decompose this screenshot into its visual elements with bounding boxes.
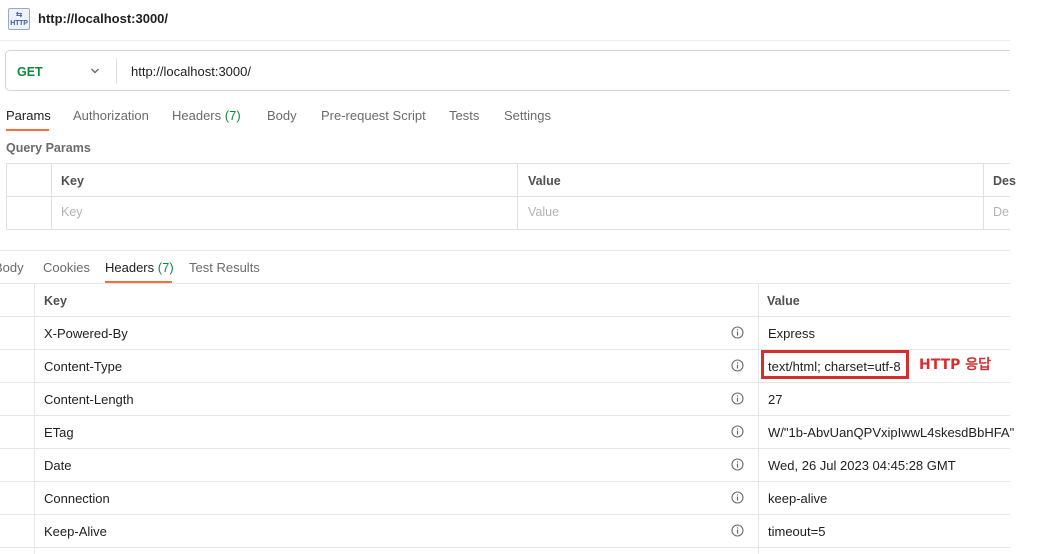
window-title: http://localhost:3000/ <box>38 11 169 26</box>
response-tab-test-results-label: Test Results <box>189 260 260 275</box>
tab-body-label: Body <box>267 108 297 123</box>
http-file-icon-arrows: ⇆ <box>15 10 23 19</box>
header-key: Date <box>44 458 72 473</box>
query-table-col-border-2 <box>517 163 518 230</box>
response-tab-cookies[interactable]: Cookies <box>43 260 90 275</box>
content-type-highlight-box <box>761 350 909 379</box>
table-row <box>0 482 1010 515</box>
url-input[interactable]: http://localhost:3000/ <box>131 64 251 79</box>
tab-body[interactable]: Body <box>267 108 297 123</box>
header-key: X-Powered-By <box>44 326 128 341</box>
header-value: keep-alive <box>768 491 828 506</box>
header-key: Keep-Alive <box>44 524 107 539</box>
tab-settings[interactable]: Settings <box>504 108 551 123</box>
request-bar-separator <box>116 58 117 84</box>
info-circle-icon[interactable] <box>731 524 744 537</box>
query-table-bottom-border <box>6 229 1010 230</box>
query-table-top-border <box>6 163 1010 164</box>
response-tab-body-label: Body <box>0 260 24 275</box>
annotation-http-response: HTTP 응답 <box>919 357 992 373</box>
query-col-value: Value <box>528 174 561 188</box>
table-row <box>0 317 1010 350</box>
info-circle-icon[interactable] <box>731 491 744 504</box>
tab-headers-label: Headers <box>172 108 222 123</box>
tab-pre-request-script[interactable]: Pre-request Script <box>321 108 426 123</box>
response-tab-body[interactable]: Body <box>0 260 24 275</box>
query-table-col-border-1 <box>51 163 52 230</box>
query-params-title: Query Params <box>6 141 91 155</box>
headers-col-value: Value <box>767 294 800 308</box>
header-key: ETag <box>44 425 74 440</box>
tab-authorization[interactable]: Authorization <box>73 108 149 123</box>
headers-col-key: Key <box>44 294 67 308</box>
tab-headers[interactable]: Headers (7) <box>172 108 241 123</box>
response-tab-headers-label: Headers <box>105 260 155 275</box>
title-divider <box>0 40 1010 41</box>
tab-tests[interactable]: Tests <box>449 108 479 123</box>
tab-headers-count: (7) <box>224 108 241 123</box>
active-tab-indicator <box>6 129 49 131</box>
query-table-col-border-3 <box>983 163 984 230</box>
header-value: Wed, 26 Jul 2023 04:45:28 GMT <box>768 458 956 473</box>
query-col-description: Des <box>993 174 1016 188</box>
response-divider <box>0 250 1010 251</box>
tab-tests-label: Tests <box>449 108 480 123</box>
table-row <box>0 515 1010 548</box>
response-tab-headers[interactable]: Headers (7) <box>105 260 174 275</box>
table-row <box>0 383 1010 416</box>
tab-params-label: Params <box>6 108 51 123</box>
tab-params[interactable]: Params <box>6 108 51 123</box>
header-value: timeout=5 <box>768 524 826 539</box>
method-select[interactable]: GET <box>17 65 43 79</box>
info-circle-icon[interactable] <box>731 458 744 471</box>
header-key: Content-Length <box>44 392 134 407</box>
query-value-input[interactable]: Value <box>528 205 559 219</box>
info-circle-icon[interactable] <box>731 359 744 372</box>
header-value: W/"1b-AbvUanQPVxipIwwL4skesdBbHFA" <box>768 425 1015 440</box>
query-table-row-border <box>6 196 1010 197</box>
header-key: Connection <box>44 491 110 506</box>
headers-table-head-row <box>0 284 1010 317</box>
response-tab-cookies-label: Cookies <box>43 260 90 275</box>
header-key: Content-Type <box>44 359 123 374</box>
query-col-key: Key <box>61 174 84 188</box>
info-circle-icon[interactable] <box>731 326 744 339</box>
header-value: Express <box>768 326 815 341</box>
http-file-icon: ⇆ HTTP <box>8 8 30 30</box>
response-tab-headers-count: (7) <box>157 260 174 275</box>
header-value: 27 <box>768 392 783 407</box>
tab-settings-label: Settings <box>504 108 551 123</box>
response-tab-test-results[interactable]: Test Results <box>189 260 260 275</box>
http-file-icon-label: HTTP <box>10 20 28 27</box>
tab-pre-request-script-label: Pre-request Script <box>321 108 426 123</box>
chevron-down-icon[interactable] <box>90 66 100 76</box>
tab-authorization-label: Authorization <box>73 108 149 123</box>
info-circle-icon[interactable] <box>731 392 744 405</box>
query-table-left-border <box>6 163 7 230</box>
query-key-input[interactable]: Key <box>61 205 83 219</box>
info-circle-icon[interactable] <box>731 425 744 438</box>
query-description-input[interactable]: De <box>993 205 1009 219</box>
